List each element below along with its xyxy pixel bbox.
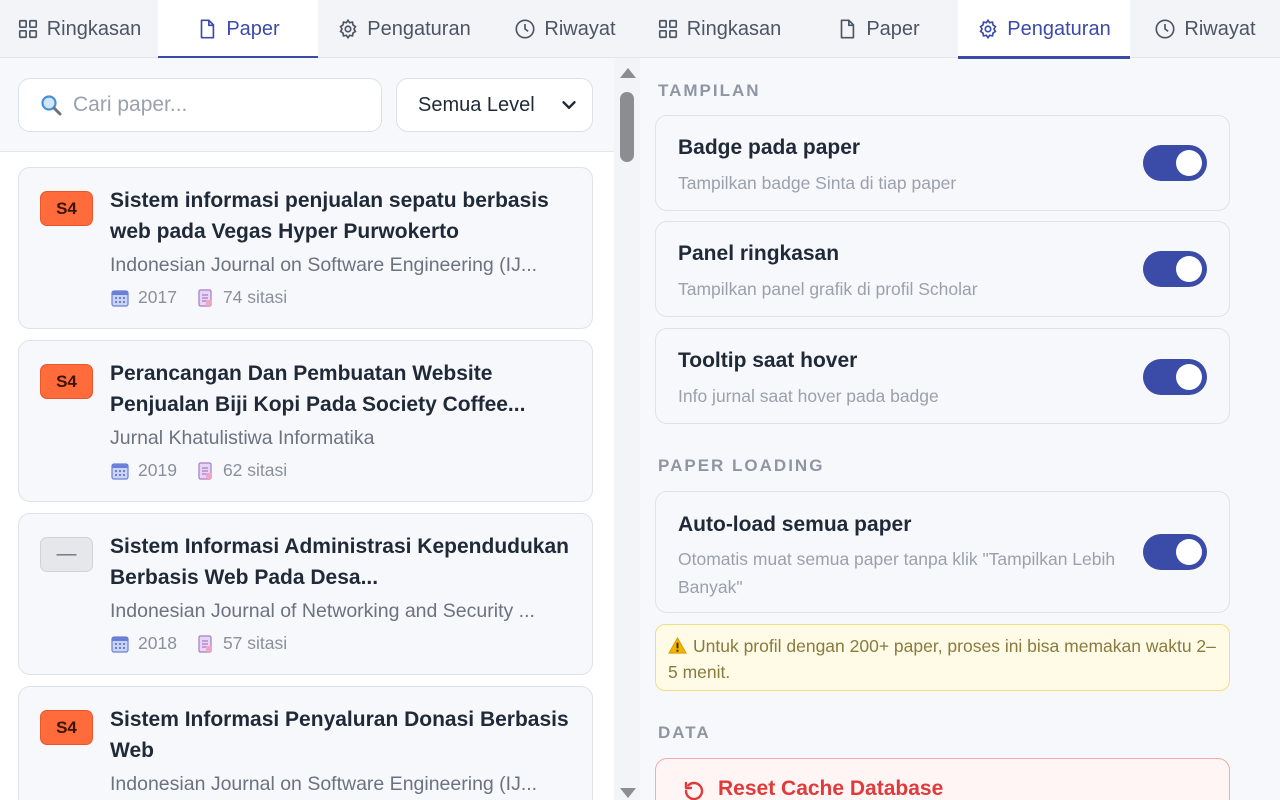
paper-title[interactable]: Perancangan Dan Pembuatan Website Penjua… [110,358,580,420]
scrollbar-thumb[interactable] [620,92,634,162]
tab-pengaturan[interactable]: Pengaturan [318,0,490,58]
setting-title: Auto-load semua paper [678,513,912,536]
search-box[interactable] [18,78,382,132]
toggle-knob [1176,150,1202,176]
paper-citations: 57 sitasi [222,633,288,653]
setting-panel-ringkasan: Panel ringkasan Tampilkan panel grafik d… [655,221,1230,317]
tab-ringkasan[interactable]: Ringkasan [640,0,798,58]
setting-title: Panel ringkasan [678,242,840,265]
paper-year: 2019 [138,460,177,480]
tab-riwayat[interactable]: Riwayat [1130,0,1280,58]
tab-paper[interactable]: Paper [158,0,318,59]
tab-pengaturan[interactable]: Pengaturan [958,0,1130,59]
sinta-badge[interactable]: S4 [40,191,93,226]
gear-icon [979,18,997,40]
paper-journal: Indonesian Journal on Software Engineeri… [110,773,538,795]
calendar-icon [111,462,129,480]
paper-journal: Indonesian Journal on Software Engineeri… [110,254,538,276]
setting-title: Tooltip saat hover [678,349,858,372]
setting-description: Otomatis muat semua paper tanpa klik "Ta… [678,549,1116,597]
sinta-badge[interactable]: S4 [40,710,93,745]
setting-title: Badge pada paper [678,136,861,159]
paper-year: 2018 [138,633,177,653]
scroll-down-arrow[interactable] [620,788,636,798]
auto-load-warning: Untuk profil dengan 200+ paper, proses i… [655,624,1230,691]
calendar-icon [111,289,129,307]
paper-meta: 2018 57 sitasi [110,633,287,654]
tab-label: Pengaturan [367,17,471,40]
tab-ringkasan[interactable]: Ringkasan [0,0,158,58]
paper-title[interactable]: Sistem informasi penjualan sepatu berbas… [110,185,580,247]
section-label-tampilan: TAMPILAN [658,81,761,100]
setting-auto-load: Auto-load semua paper Otomatis muat semu… [655,491,1230,613]
search-toolbar: Semua Level [0,58,614,152]
tab-label: Riwayat [544,17,616,40]
paper-card[interactable]: S4 Sistem informasi penjualan sepatu ber… [18,167,593,329]
document-icon [200,19,215,39]
toggle-switch[interactable] [1143,359,1207,395]
toggle-knob [1176,364,1202,390]
paper-journal: Indonesian Journal of Networking and Sec… [110,600,535,622]
grid-icon [18,19,37,39]
paper-meta: 2019 62 sitasi [110,460,287,481]
citation-icon [198,634,212,653]
paper-list-scrollbar[interactable] [614,58,640,800]
chevron-down-icon [562,101,576,109]
scroll-up-arrow[interactable] [620,68,636,78]
toggle-switch[interactable] [1143,251,1207,287]
sinta-badge[interactable]: — [40,537,93,572]
level-filter-select[interactable]: Semua Level [396,78,593,132]
section-label-data: DATA [658,723,711,742]
setting-description: Tampilkan panel grafik di profil Scholar [678,279,978,299]
level-filter-value: Semua Level [418,93,535,116]
gear-icon [339,18,357,40]
paper-citations: 74 sitasi [222,287,288,307]
clock-icon [1155,19,1175,39]
tab-paper[interactable]: Paper [798,0,958,58]
paper-journal: Jurnal Khatulistiwa Informatika [110,427,375,449]
tab-label: Paper [226,17,280,40]
paper-title[interactable]: Sistem Informasi Administrasi Kependuduk… [110,531,580,593]
citation-icon [198,461,212,480]
tab-riwayat[interactable]: Riwayat [490,0,640,58]
toggle-switch[interactable] [1143,534,1207,570]
tab-label: Paper [866,17,920,40]
sinta-badge[interactable]: S4 [40,364,93,399]
paper-card[interactable]: S4 Sistem Informasi Penyaluran Donasi Be… [18,686,593,800]
document-icon [840,19,855,39]
settings-panel: Ringkasan Paper Pengaturan Riwayat TAMPI… [640,0,1280,800]
paper-card[interactable]: S4 Perancangan Dan Pembuatan Website Pen… [18,340,593,502]
tab-label: Pengaturan [1007,17,1111,40]
tab-label: Ringkasan [46,17,142,40]
paper-card[interactable]: — Sistem Informasi Administrasi Kependud… [18,513,593,675]
tab-label: Ringkasan [686,17,782,40]
paper-year: 2017 [138,287,177,307]
search-icon [41,95,62,116]
paper-citations: 62 sitasi [222,460,288,480]
toggle-switch[interactable] [1143,145,1207,181]
tab-label: Riwayat [1184,17,1256,40]
grid-icon [658,19,677,39]
citation-icon [198,288,212,307]
toggle-knob [1176,539,1202,565]
reset-cache-button[interactable]: Reset Cache Database [655,758,1230,800]
paper-meta: 2017 74 sitasi [110,287,287,308]
setting-tooltip-hover: Tooltip saat hover Info jurnal saat hove… [655,328,1230,424]
search-input[interactable] [73,93,353,117]
toggle-knob [1176,256,1202,282]
setting-badge-paper: Badge pada paper Tampilkan badge Sinta d… [655,115,1230,211]
right-tab-bar: Ringkasan Paper Pengaturan Riwayat [640,0,1280,59]
paper-panel: Ringkasan Paper Pengaturan Riwayat Semua… [0,0,640,800]
paper-title[interactable]: Sistem Informasi Penyaluran Donasi Berba… [110,704,580,766]
warning-icon [668,636,687,654]
left-tab-bar: Ringkasan Paper Pengaturan Riwayat [0,0,640,59]
reset-icon [684,781,704,800]
calendar-icon [111,635,129,653]
warning-text: Untuk profil dengan 200+ paper, proses i… [668,636,1216,682]
clock-icon [515,19,535,39]
setting-description: Info jurnal saat hover pada badge [678,386,939,406]
section-label-paper-loading: PAPER LOADING [658,456,825,475]
setting-description: Tampilkan badge Sinta di tiap paper [678,173,957,193]
reset-cache-label: Reset Cache Database [718,777,944,800]
